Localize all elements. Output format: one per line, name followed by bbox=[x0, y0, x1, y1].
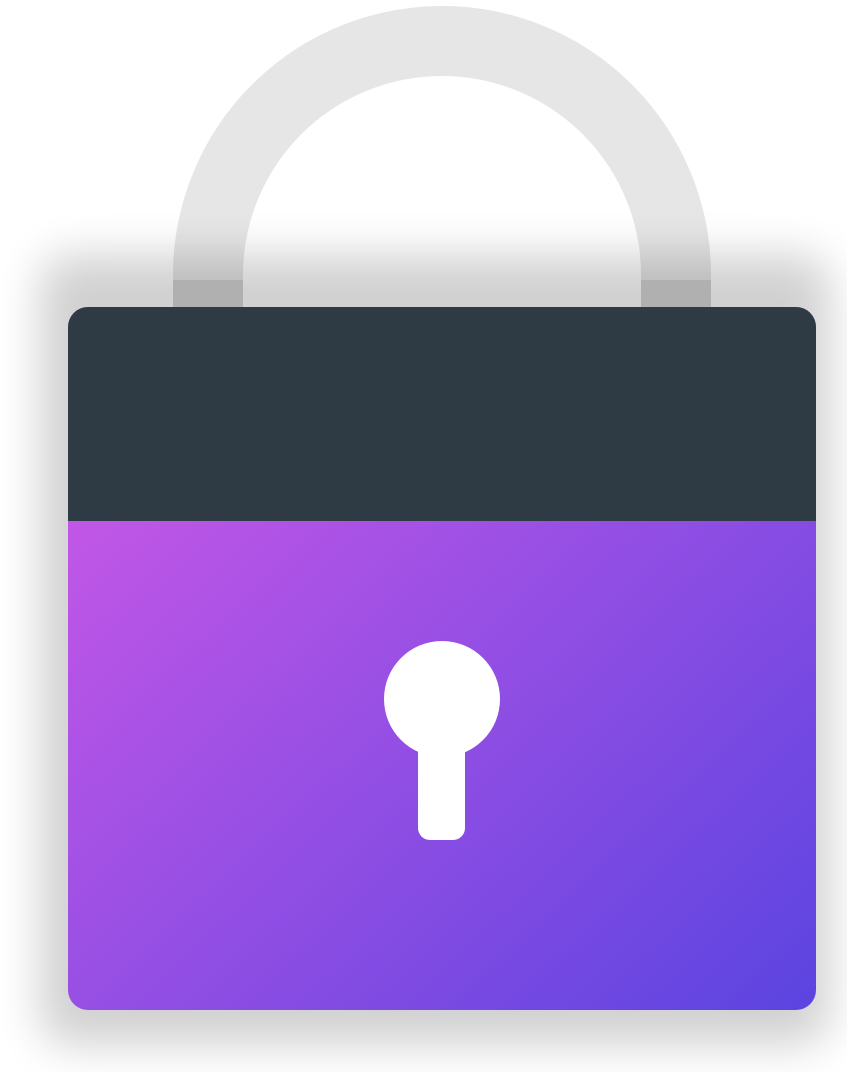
padlock-illustration bbox=[0, 0, 847, 1072]
padlock-icon bbox=[40, 6, 830, 1045]
lock-body-top-band bbox=[68, 307, 816, 521]
shackle-shadow-left bbox=[173, 280, 243, 310]
shackle-shadow-right bbox=[641, 280, 711, 310]
